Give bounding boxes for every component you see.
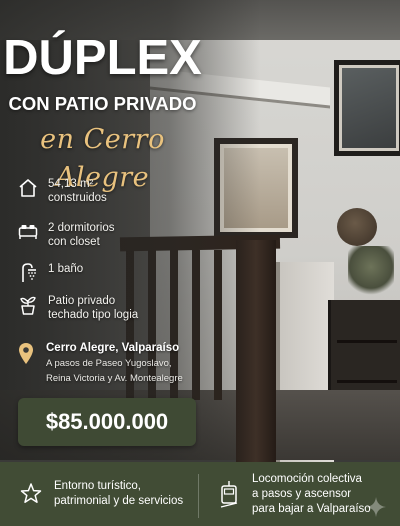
- listing-card: DÚPLEX CON PATIO PRIVADO en Cerro Alegre…: [0, 0, 400, 526]
- feature-patio-line1: Patio privado: [48, 295, 116, 307]
- feature-patio: Patio privado techado tipo logia: [18, 294, 138, 322]
- bottom-right-line1: Locomoción colectiva: [252, 472, 362, 485]
- plant-pot-icon: [20, 296, 36, 315]
- bed-icon: [18, 225, 38, 239]
- feature-bedrooms-line1: 2 dormitorios: [48, 222, 115, 234]
- bottom-right-line2: a pasos y ascensor: [252, 487, 352, 500]
- bottom-item-surroundings: Entorno turístico, patrimonial y de serv…: [20, 462, 183, 526]
- location-pin-icon: [19, 343, 33, 364]
- feature-bathroom-line1: 1 baño: [48, 263, 84, 275]
- house-icon: [19, 179, 37, 197]
- feature-area-line1: 54,13 m²: [48, 178, 94, 190]
- bottom-info-band: Entorno turístico, patrimonial y de serv…: [0, 462, 400, 526]
- feature-area-line2: construidos: [48, 192, 107, 204]
- title-main: DÚPLEX: [3, 31, 202, 85]
- sparkle-icon: [366, 497, 386, 517]
- shower-icon: [22, 263, 36, 282]
- location-desc-line2: Reina Victoria y Av. Montealegre: [46, 373, 183, 384]
- star-outline-icon: [20, 483, 42, 503]
- photo-framed-picture-right: [334, 60, 400, 156]
- bottom-left-line1: Entorno turístico,: [54, 480, 141, 492]
- bottom-right-line3: para bajar a Valparaíso: [252, 502, 371, 515]
- band-divider: [198, 474, 199, 518]
- price-badge: $85.000.000: [18, 398, 196, 446]
- bottom-item-transport: Locomoción colectiva a pasos y ascensor …: [218, 462, 371, 526]
- location-desc-line1: A pasos de Paseo Yugoslavo,: [46, 358, 172, 369]
- location-name: Cerro Alegre, Valparaíso: [46, 342, 180, 354]
- feature-bathroom: 1 baño: [18, 262, 83, 284]
- location-block: Cerro Alegre, Valparaíso A pasos de Pase…: [18, 341, 183, 385]
- feature-bedrooms-line2: con closet: [48, 236, 100, 248]
- photo-plant: [348, 246, 394, 298]
- bottom-left-line2: patrimonial y de servicios: [54, 495, 184, 507]
- feature-patio-line2: techado tipo logia: [48, 309, 139, 321]
- title-subtitle: CON PATIO PRIVADO: [8, 93, 197, 114]
- photo-hat: [337, 208, 377, 246]
- funicular-icon: [220, 481, 238, 508]
- feature-bedrooms: 2 dormitorios con closet: [18, 221, 114, 249]
- feature-area: 54,13 m² construidos: [18, 177, 107, 205]
